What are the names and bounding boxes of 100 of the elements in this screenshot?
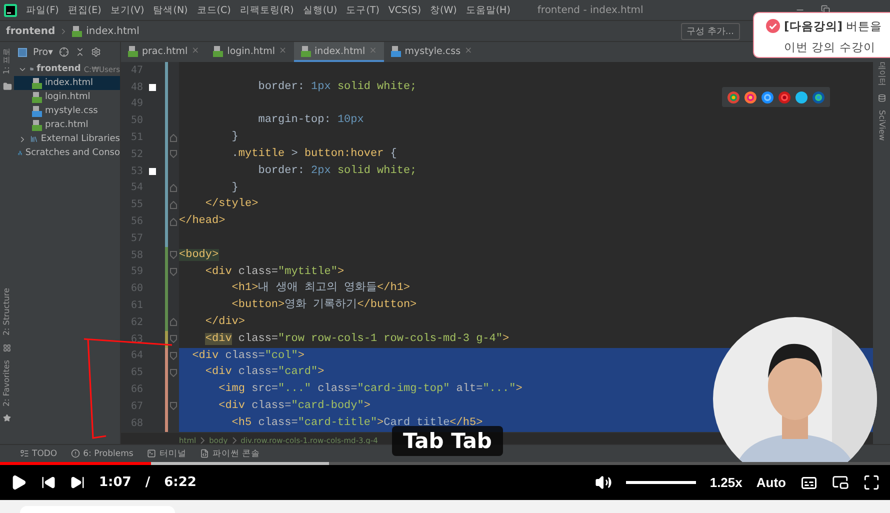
side-tab[interactable]: SciView: [876, 110, 886, 141]
scratch-icon: [18, 148, 22, 158]
fold-icon[interactable]: [170, 184, 177, 192]
round-logo-icon[interactable]: [811, 90, 826, 104]
menu-item[interactable]: 실행(U): [302, 4, 338, 16]
round-logo-icon[interactable]: [777, 90, 792, 104]
fold-icon[interactable]: [170, 200, 177, 209]
tree-item[interactable]: Scratches and Conso: [14, 146, 120, 160]
tool-window-tab[interactable]: TODO: [20, 448, 58, 458]
side-tab[interactable]: 2: Favorites: [2, 360, 12, 406]
console-icon: [200, 449, 210, 458]
round-logo-icon[interactable]: [726, 90, 741, 104]
tree-label: mystyle.css: [45, 106, 98, 116]
fold-icon[interactable]: [170, 134, 177, 142]
alert-icon: [71, 449, 80, 458]
window-icon: [18, 48, 27, 56]
add-configuration-button[interactable]: 구성 추가...: [680, 22, 740, 40]
target-icon[interactable]: [58, 47, 69, 57]
separator-icon: [232, 437, 237, 444]
fold-icon[interactable]: [170, 318, 177, 326]
round-logo-icon[interactable]: [794, 90, 809, 104]
previous-button[interactable]: [41, 475, 56, 490]
tool-window-tab[interactable]: 6: Problems: [71, 448, 134, 458]
editor-tab[interactable]: prac.html ×: [121, 42, 206, 62]
fold-icon[interactable]: [170, 150, 177, 158]
editor-tab[interactable]: login.html ×: [206, 42, 294, 62]
css-file-icon: [390, 46, 401, 56]
tree-label: index.html: [45, 78, 93, 88]
tree-label: External Libraries: [40, 134, 120, 144]
notification-title: [다음강의] 버튼을: [784, 19, 884, 35]
html-file-icon: [32, 78, 42, 88]
collapse-icon[interactable]: [74, 47, 85, 57]
html-file-icon: [128, 46, 138, 56]
time-separator: /: [145, 475, 150, 490]
menu-item[interactable]: 보기(V): [110, 4, 144, 16]
fold-icon[interactable]: [170, 368, 177, 377]
volume-slider[interactable]: [626, 481, 696, 484]
menu-item[interactable]: 탐색(N): [153, 4, 188, 16]
breadcrumb-item[interactable]: frontend: [6, 26, 56, 36]
tool-window-tab[interactable]: 터미널: [147, 448, 186, 460]
side-tab[interactable]: 데이터: [876, 62, 886, 86]
next-button[interactable]: [70, 475, 85, 490]
fold-icon[interactable]: [170, 268, 177, 276]
tree-item[interactable]: mystyle.css: [14, 104, 120, 118]
subtitle-caption: Tab Tab: [392, 426, 503, 456]
speed-button[interactable]: 1.25x: [710, 475, 742, 490]
notification-text: 이번 강의 수강이: [784, 40, 876, 56]
menu-item[interactable]: 도움말(H): [466, 4, 510, 16]
html-file-icon: [300, 46, 311, 56]
fold-icon[interactable]: [170, 251, 177, 260]
menu-item[interactable]: 도구(T): [346, 4, 380, 16]
library-icon: [30, 134, 38, 144]
settings-icon[interactable]: [90, 47, 101, 57]
database-icon: [878, 94, 886, 102]
menu-item[interactable]: 코드(C): [196, 4, 231, 16]
menu-item[interactable]: 창(W): [430, 4, 457, 16]
expand-icon[interactable]: [18, 134, 27, 144]
breadcrumb-item[interactable]: index.html: [86, 26, 140, 36]
tree-label: frontend: [36, 64, 81, 74]
css-file-icon: [32, 106, 42, 116]
tree-label: Scratches and Conso: [25, 148, 120, 158]
volume-button[interactable]: [594, 474, 612, 491]
tree-label: prac.html: [45, 120, 88, 130]
picture-in-picture-button[interactable]: [832, 474, 849, 491]
side-tab[interactable]: 1: 프로: [2, 48, 12, 74]
check-icon: [766, 19, 780, 33]
fold-icon[interactable]: [170, 402, 177, 410]
separator-icon: [200, 437, 206, 444]
progress-bar[interactable]: [0, 462, 890, 465]
fullscreen-button[interactable]: [863, 474, 880, 491]
html-file-icon: [32, 92, 42, 102]
star-icon: [3, 414, 11, 422]
menu-item[interactable]: 리팩토링(R): [240, 4, 294, 16]
app-logo-icon: [4, 4, 17, 16]
tree-item[interactable]: prac.html: [14, 118, 120, 132]
tree-label: login.html: [45, 92, 90, 102]
menu-item[interactable]: 파일(F): [26, 4, 59, 16]
fold-icon[interactable]: [170, 335, 177, 344]
project-view-dropdown[interactable]: Pro▾: [33, 46, 53, 58]
side-tab[interactable]: 2: Structure: [2, 288, 12, 336]
window-title: frontend - index.html: [537, 4, 644, 16]
html-file-icon: [213, 46, 224, 56]
editor-tab[interactable]: index.html ×: [294, 42, 384, 62]
fold-icon[interactable]: [170, 218, 177, 226]
folder-icon: [2, 82, 12, 92]
menu-item[interactable]: 편집(E): [68, 4, 102, 16]
tool-window-tab[interactable]: 파이썬 콘솔: [200, 448, 260, 460]
editor-tab[interactable]: mystyle.css ×: [384, 42, 480, 62]
round-logo-icon[interactable]: [743, 90, 758, 104]
fold-icon[interactable]: [170, 352, 177, 360]
html-file-icon: [32, 120, 42, 130]
list-icon: [20, 449, 29, 458]
tree-item[interactable]: index.html: [14, 76, 120, 90]
terminal-icon: [147, 449, 156, 458]
quality-button[interactable]: Auto: [756, 475, 786, 490]
play-button[interactable]: [10, 474, 27, 491]
tree-item[interactable]: External Libraries: [14, 132, 120, 146]
menu-item[interactable]: VCS(S): [388, 4, 422, 16]
round-logo-icon[interactable]: [760, 90, 775, 104]
tree-item[interactable]: login.html: [14, 90, 120, 104]
